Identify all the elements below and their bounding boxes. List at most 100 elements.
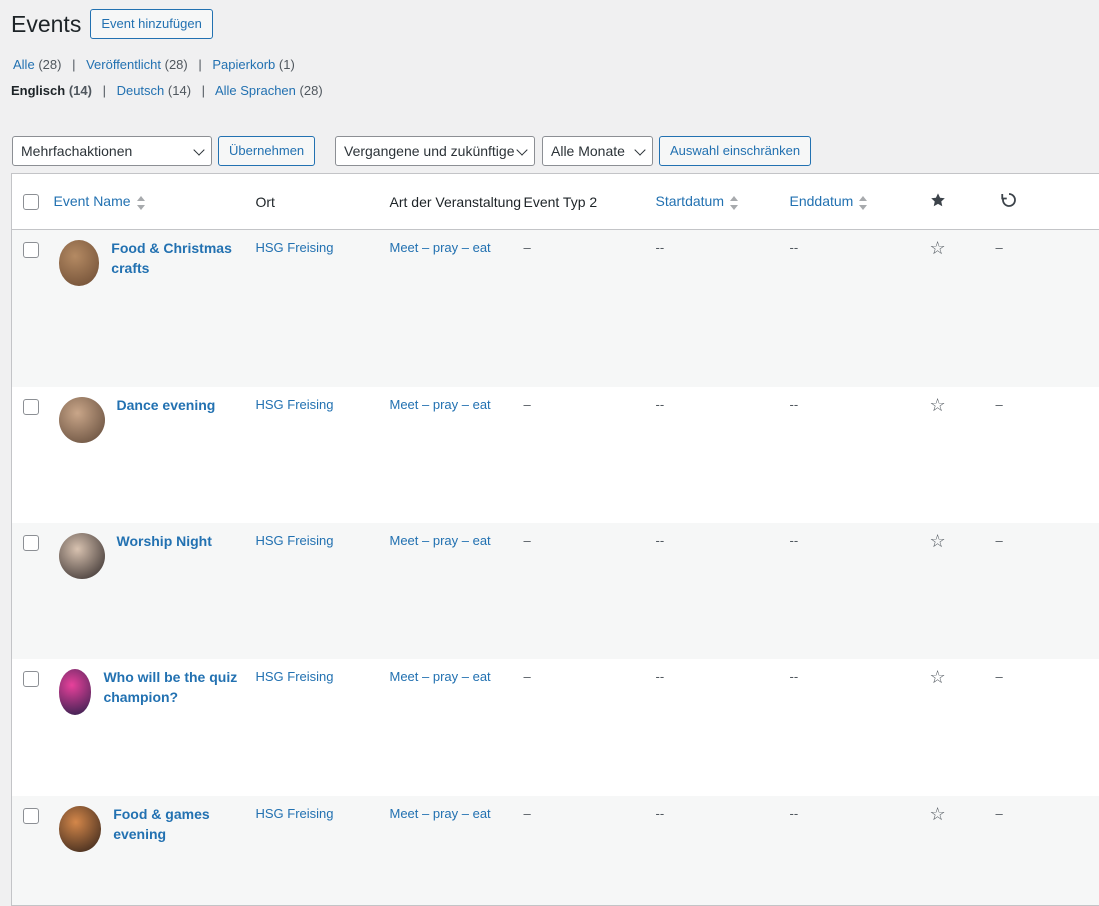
- star-outline-icon[interactable]: ☆: [930, 238, 946, 258]
- location-link[interactable]: HSG Freising: [256, 240, 334, 255]
- separator: |: [202, 83, 205, 98]
- event-type-link[interactable]: Meet – pray – eat: [390, 240, 491, 255]
- filter-published-count: (28): [165, 57, 188, 72]
- sort-icon: [859, 196, 867, 210]
- language-german[interactable]: Deutsch: [117, 83, 165, 98]
- event-title-link[interactable]: Who will be the quiz champion?: [103, 667, 255, 715]
- star-outline-icon[interactable]: ☆: [930, 395, 946, 415]
- sort-icon: [137, 196, 145, 210]
- table-row: Food & Christmas crafts HSG Freising Mee…: [12, 230, 1099, 387]
- filter-all-count: (28): [38, 57, 61, 72]
- event-title-link[interactable]: Food & Christmas crafts: [111, 238, 255, 286]
- table-row: Who will be the quiz champion? HSG Freis…: [12, 659, 1099, 796]
- event-thumbnail[interactable]: [59, 397, 105, 443]
- language-english-count: (14): [69, 83, 92, 98]
- star-outline-icon[interactable]: ☆: [930, 804, 946, 824]
- event-type-link[interactable]: Meet – pray – eat: [390, 806, 491, 821]
- column-event-name[interactable]: Event Name: [54, 174, 256, 230]
- chevron-down-icon: [193, 144, 204, 155]
- language-english[interactable]: Englisch: [11, 83, 65, 98]
- sort-icon: [730, 196, 738, 210]
- undo-icon: [1000, 191, 1018, 209]
- table-header-row: Event Name Ort Art der Veranstaltung Eve…: [12, 174, 1099, 230]
- table-row: Dance evening HSG Freising Meet – pray –…: [12, 387, 1099, 523]
- location-link[interactable]: HSG Freising: [256, 533, 334, 548]
- apply-button[interactable]: Übernehmen: [218, 136, 315, 166]
- end-date-value: --: [790, 533, 799, 548]
- event-type-link[interactable]: Meet – pray – eat: [390, 533, 491, 548]
- location-link[interactable]: HSG Freising: [256, 397, 334, 412]
- star-outline-icon[interactable]: ☆: [930, 667, 946, 687]
- month-value: Alle Monate: [551, 143, 625, 159]
- recurring-value: –: [996, 669, 1003, 684]
- column-end-date[interactable]: Enddatum: [790, 174, 930, 230]
- month-select[interactable]: Alle Monate: [542, 136, 653, 166]
- select-all-checkbox[interactable]: [23, 194, 39, 210]
- recurring-value: –: [996, 533, 1003, 548]
- page-title: Events: [11, 10, 81, 39]
- end-date-value: --: [790, 806, 799, 821]
- start-date-value: --: [656, 669, 665, 684]
- row-checkbox[interactable]: [23, 808, 39, 824]
- chevron-down-icon: [516, 144, 527, 155]
- location-link[interactable]: HSG Freising: [256, 669, 334, 684]
- recurring-value: –: [996, 397, 1003, 412]
- chevron-down-icon: [634, 144, 645, 155]
- language-german-count: (14): [168, 83, 191, 98]
- filter-published[interactable]: Veröffentlicht: [86, 57, 161, 72]
- add-event-button[interactable]: Event hinzufügen: [90, 9, 212, 39]
- column-event-name-label: Event Name: [54, 193, 131, 209]
- row-checkbox[interactable]: [23, 242, 39, 258]
- recurring-value: –: [996, 806, 1003, 821]
- column-featured: [930, 174, 996, 230]
- row-checkbox[interactable]: [23, 671, 39, 687]
- bulk-actions-select[interactable]: Mehrfachaktionen: [12, 136, 212, 166]
- event-thumbnail[interactable]: [59, 240, 100, 286]
- separator: |: [72, 57, 75, 72]
- column-location: Ort: [256, 174, 390, 230]
- table-row: Worship Night HSG Freising Meet – pray –…: [12, 523, 1099, 659]
- event-type2-value: –: [524, 806, 531, 821]
- bulk-actions-value: Mehrfachaktionen: [21, 143, 132, 159]
- star-outline-icon[interactable]: ☆: [930, 531, 946, 551]
- event-type-link[interactable]: Meet – pray – eat: [390, 397, 491, 412]
- end-date-value: --: [790, 397, 799, 412]
- end-date-value: --: [790, 669, 799, 684]
- start-date-value: --: [656, 397, 665, 412]
- start-date-value: --: [656, 533, 665, 548]
- column-start-date[interactable]: Startdatum: [656, 174, 790, 230]
- event-title-link[interactable]: Dance evening: [117, 395, 216, 443]
- language-filter-links: Englisch (14) | Deutsch (14) | Alle Spra…: [11, 83, 323, 98]
- filter-button[interactable]: Auswahl einschränken: [659, 136, 811, 166]
- star-filled-icon: [930, 192, 946, 208]
- event-type-link[interactable]: Meet – pray – eat: [390, 669, 491, 684]
- page-header: Events Event hinzufügen: [11, 9, 213, 39]
- event-type2-value: –: [524, 240, 531, 255]
- row-checkbox[interactable]: [23, 399, 39, 415]
- event-type2-value: –: [524, 669, 531, 684]
- event-thumbnail[interactable]: [59, 533, 105, 579]
- separator: |: [198, 57, 201, 72]
- table-row: Food & games evening HSG Freising Meet –…: [12, 796, 1099, 906]
- date-scope-select[interactable]: Vergangene und zukünftige: [335, 136, 535, 166]
- language-all[interactable]: Alle Sprachen: [215, 83, 296, 98]
- event-type2-value: –: [524, 533, 531, 548]
- date-scope-value: Vergangene und zukünftige: [344, 143, 514, 159]
- event-thumbnail[interactable]: [59, 669, 92, 715]
- column-type: Art der Veranstaltung: [390, 174, 524, 230]
- start-date-value: --: [656, 240, 665, 255]
- event-title-link[interactable]: Food & games evening: [113, 804, 255, 852]
- filter-trash-count: (1): [279, 57, 295, 72]
- event-thumbnail[interactable]: [59, 806, 102, 852]
- event-title-link[interactable]: Worship Night: [117, 531, 212, 579]
- filter-all[interactable]: Alle: [13, 57, 35, 72]
- filter-trash[interactable]: Papierkorb: [212, 57, 275, 72]
- separator: |: [103, 83, 106, 98]
- language-all-count: (28): [300, 83, 323, 98]
- column-type2: Event Typ 2: [524, 174, 656, 230]
- row-checkbox[interactable]: [23, 535, 39, 551]
- status-filter-links: Alle (28) | Veröffentlicht (28) | Papier…: [13, 57, 295, 72]
- location-link[interactable]: HSG Freising: [256, 806, 334, 821]
- recurring-value: –: [996, 240, 1003, 255]
- column-start-date-label: Startdatum: [656, 193, 724, 209]
